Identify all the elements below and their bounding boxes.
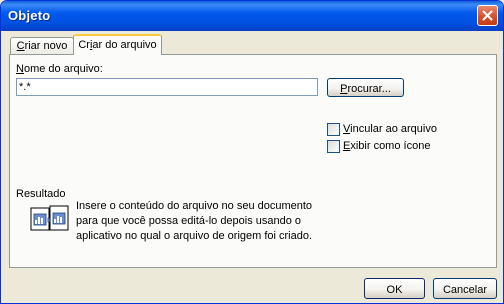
cancel-button[interactable]: Cancelar xyxy=(433,278,497,299)
browse-button[interactable]: Procurar... xyxy=(327,78,404,97)
window-title: Objeto xyxy=(8,8,51,23)
close-icon xyxy=(482,10,493,21)
link-to-file-checkbox[interactable] xyxy=(327,123,340,136)
result-heading: Resultado xyxy=(16,188,66,200)
cancel-button-label: Cancelar xyxy=(442,284,488,296)
ok-button[interactable]: OK xyxy=(364,278,425,299)
result-description: Insere o conteúdo do arquivo no seu docu… xyxy=(76,199,312,244)
ok-button-label: OK xyxy=(386,284,403,296)
result-line: Insere o conteúdo do arquivo no seu docu… xyxy=(76,200,313,212)
display-as-icon-label[interactable]: Exibir como ícone xyxy=(343,140,430,152)
file-name-value: *.* xyxy=(19,81,31,93)
tab-criar-do-arquivo[interactable]: Criar do arquivo xyxy=(73,34,162,55)
browse-button-label: Procurar... xyxy=(340,83,391,95)
tab-label: Criar do arquivo xyxy=(78,39,157,51)
file-name-input[interactable]: *.* xyxy=(16,78,318,96)
result-line: aplicativo no qual o arquivo de origem f… xyxy=(76,230,313,242)
tab-criar-novo[interactable]: Criar novo xyxy=(10,37,74,54)
object-dialog: Objeto Criar novo Criar do arquivo Nome … xyxy=(0,0,504,304)
tab-label: Criar novo xyxy=(16,40,68,52)
link-to-file-label[interactable]: Vincular ao arquivo xyxy=(343,123,437,135)
display-as-icon-checkbox[interactable] xyxy=(327,140,340,153)
file-name-label: Nome do arquivo: xyxy=(16,63,103,75)
title-bar: Objeto xyxy=(1,1,503,31)
insert-file-result-icon xyxy=(30,205,69,231)
close-button[interactable] xyxy=(477,5,498,26)
result-line: para que você possa editá-lo depois usan… xyxy=(76,215,302,227)
